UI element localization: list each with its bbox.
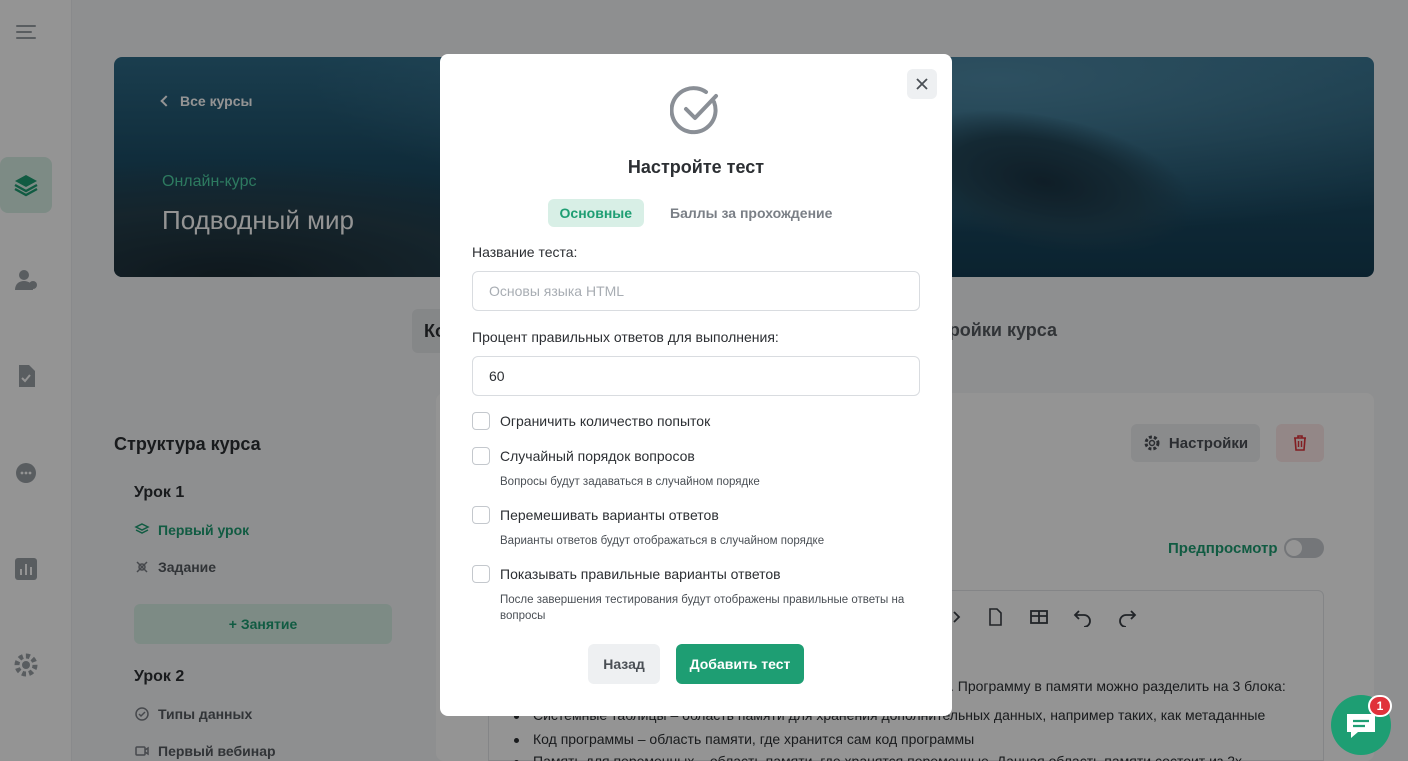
back-button[interactable]: Назад	[588, 644, 660, 684]
checkbox[interactable]	[472, 412, 490, 430]
option-hint: Вопросы будут задаваться в случайном пор…	[500, 476, 760, 488]
option-show-correct[interactable]: Показывать правильные варианты ответов	[472, 565, 781, 583]
test-name-input[interactable]	[472, 271, 920, 311]
test-name-label: Название теста:	[472, 244, 578, 260]
chat-notification-badge: 1	[1368, 695, 1392, 717]
option-random-questions[interactable]: Случайный порядок вопросов	[472, 447, 695, 465]
percent-label: Процент правильных ответов для выполнени…	[472, 329, 779, 345]
option-hint: После завершения тестирования будут отоб…	[500, 594, 905, 622]
modal-tabs: Основные Баллы за прохождение	[440, 199, 952, 227]
option-label: Показывать правильные варианты ответов	[500, 566, 781, 582]
option-shuffle-answers[interactable]: Перемешивать варианты ответов	[472, 506, 719, 524]
checkbox[interactable]	[472, 447, 490, 465]
checkbox[interactable]	[472, 506, 490, 524]
tab-basic[interactable]: Основные	[547, 199, 645, 227]
checkbox[interactable]	[472, 565, 490, 583]
modal-title: Настройте тест	[627, 157, 765, 177]
add-test-button[interactable]: Добавить тест	[676, 644, 804, 684]
option-label: Перемешивать варианты ответов	[500, 507, 719, 523]
tab-scoring[interactable]: Баллы за прохождение	[658, 199, 844, 227]
test-settings-modal: Настройте тест Основные Баллы за прохожд…	[440, 54, 952, 716]
percent-input[interactable]	[472, 356, 920, 396]
option-label: Случайный порядок вопросов	[500, 448, 695, 464]
close-icon	[916, 78, 928, 90]
check-circle-icon	[670, 86, 718, 135]
close-button[interactable]	[907, 69, 937, 99]
option-label: Ограничить количество попыток	[500, 413, 711, 429]
option-hint: Варианты ответов будут отображаться в сл…	[500, 535, 825, 547]
option-limit-attempts[interactable]: Ограничить количество попыток	[472, 412, 710, 430]
